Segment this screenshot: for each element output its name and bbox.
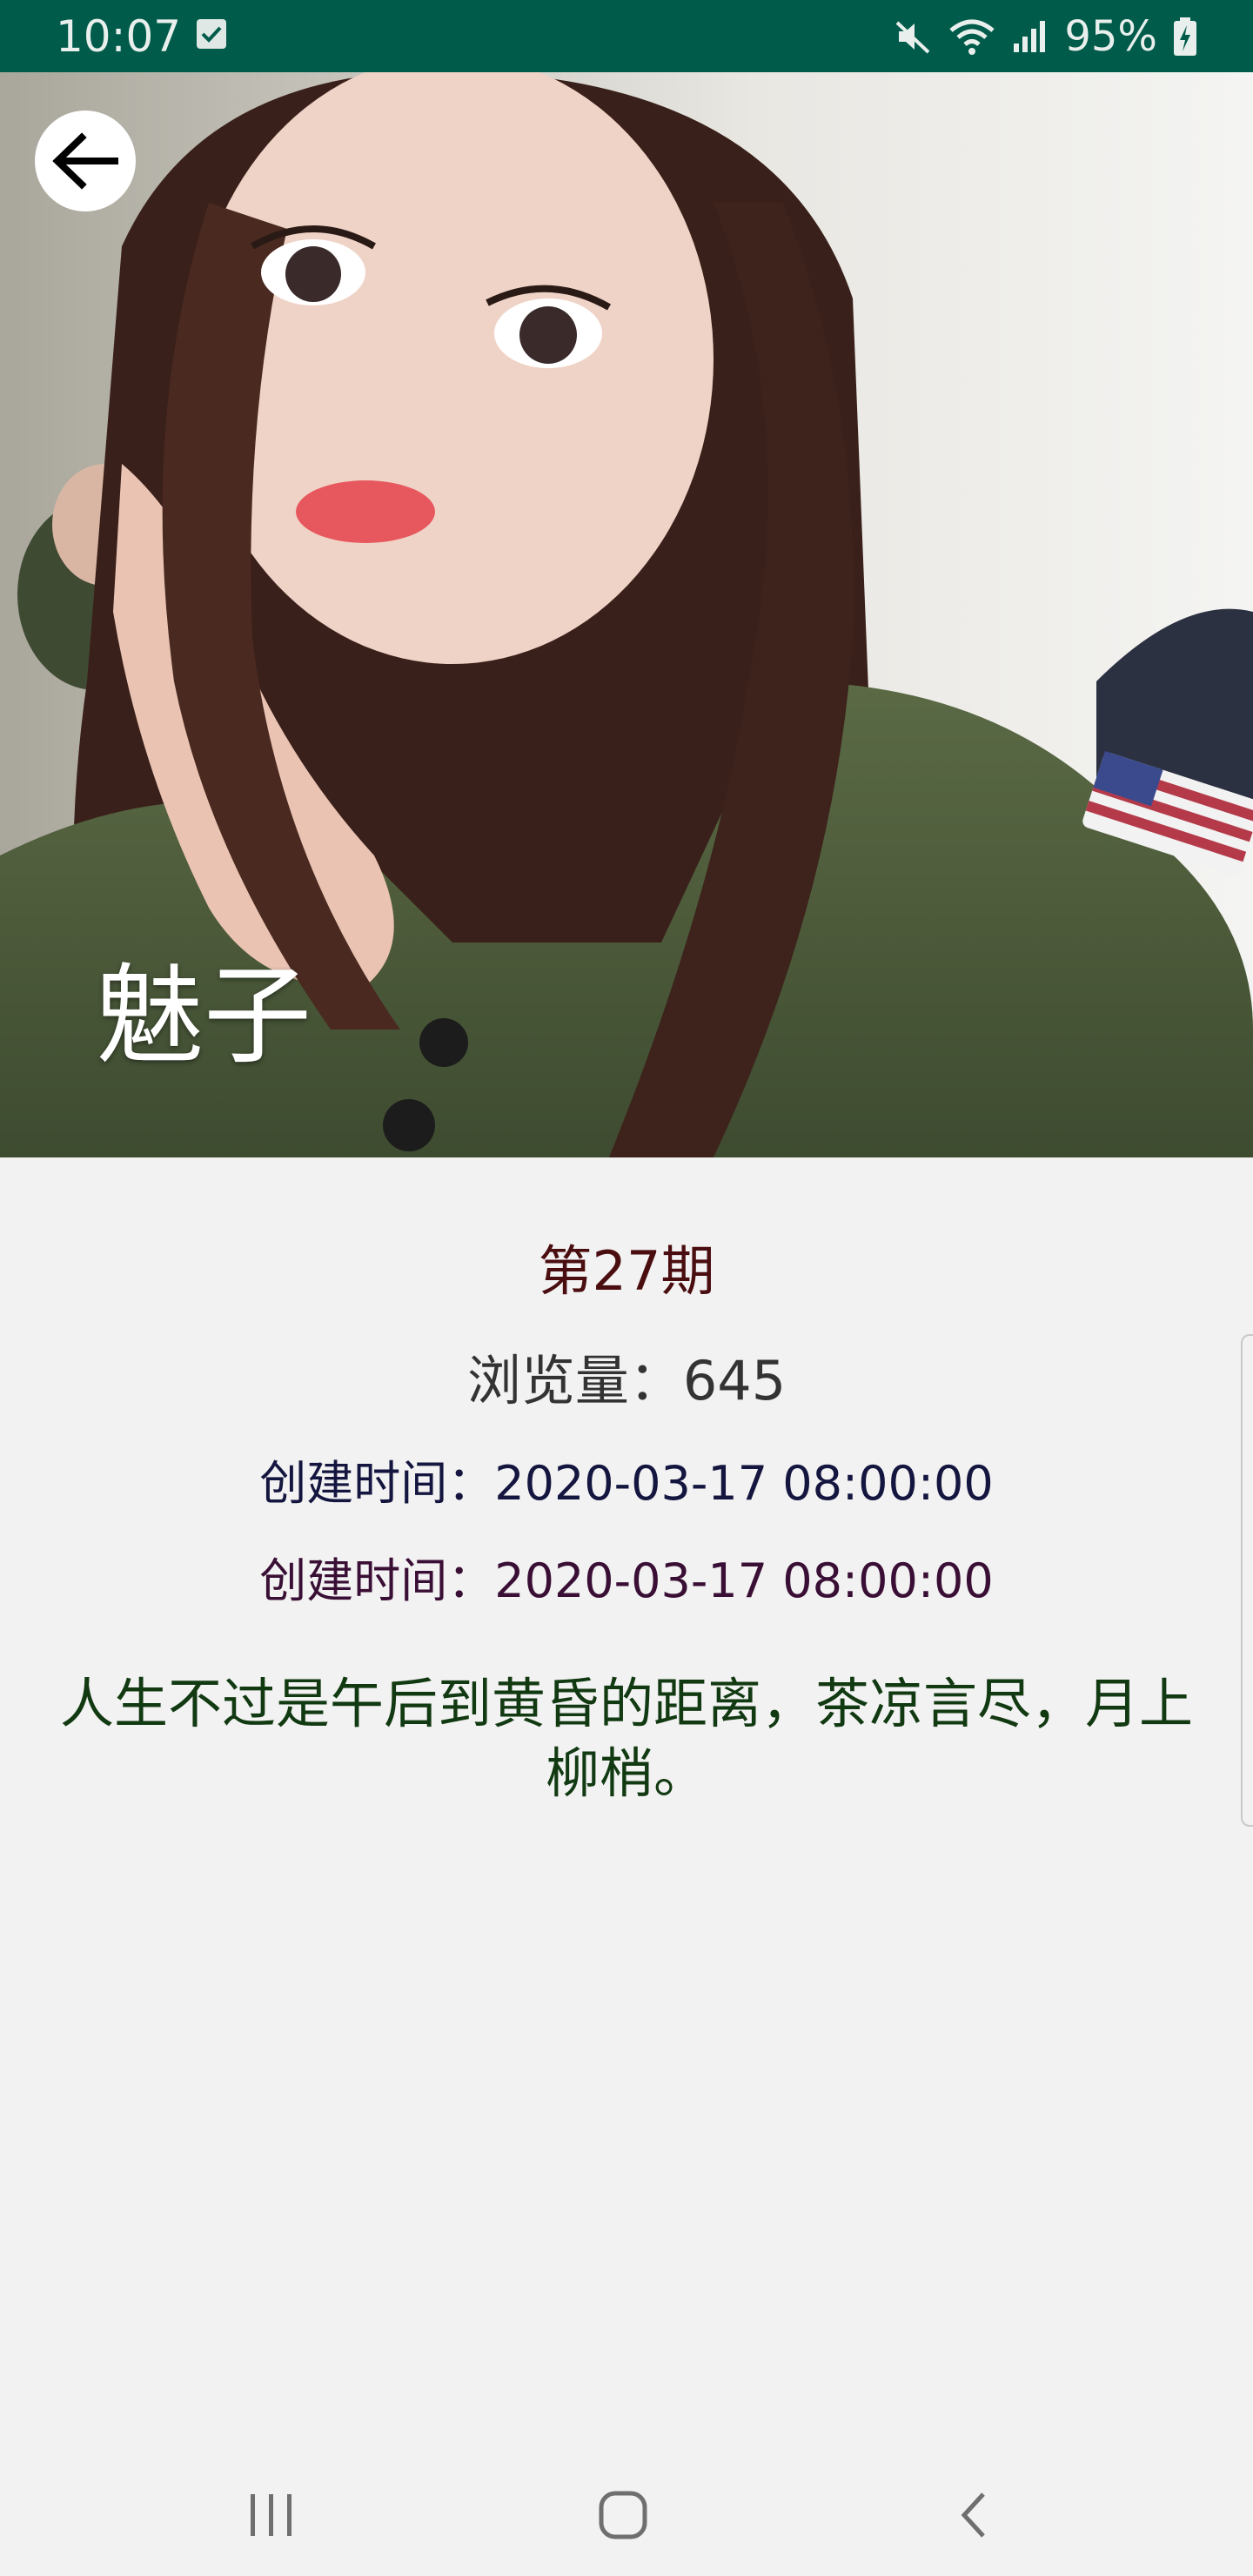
wifi-icon: [949, 19, 995, 55]
battery-percent: 95%: [1064, 12, 1157, 61]
hero-title: 魅子: [96, 954, 312, 1079]
back-button[interactable]: [35, 111, 136, 211]
signal-icon: [1014, 21, 1046, 52]
recents-icon: [251, 2494, 291, 2536]
quote-text: 人生不过是午后到黄昏的距离，茶凉言尽，月上柳梢。: [59, 1672, 1193, 1805]
arrow-left-icon: [52, 132, 118, 190]
recents-button[interactable]: [237, 2480, 306, 2550]
hero-image: 魅子: [0, 72, 1253, 1157]
nav-back-button[interactable]: [938, 2480, 1008, 2550]
navigation-bar: [0, 2445, 1253, 2576]
back-icon: [961, 2492, 985, 2538]
view-count: 浏览量：645: [466, 1349, 787, 1412]
issue-number: 第27期: [538, 1239, 715, 1303]
check-notification-icon: [197, 19, 226, 49]
mute-icon: [895, 21, 930, 54]
home-button[interactable]: [588, 2480, 658, 2550]
battery-charging-icon: [1174, 17, 1196, 56]
home-icon: [599, 2491, 647, 2539]
status-icons: 95%: [894, 10, 1197, 63]
created-time: 创建时间：2020-03-17 08:00:00: [259, 1456, 994, 1511]
status-bar: 10:07 95%: [0, 0, 1253, 72]
created-time-secondary: 创建时间：2020-03-17 08:00:00: [259, 1553, 994, 1608]
edge-panel-handle[interactable]: [1241, 1334, 1253, 1827]
status-time: 10:07: [56, 11, 182, 62]
